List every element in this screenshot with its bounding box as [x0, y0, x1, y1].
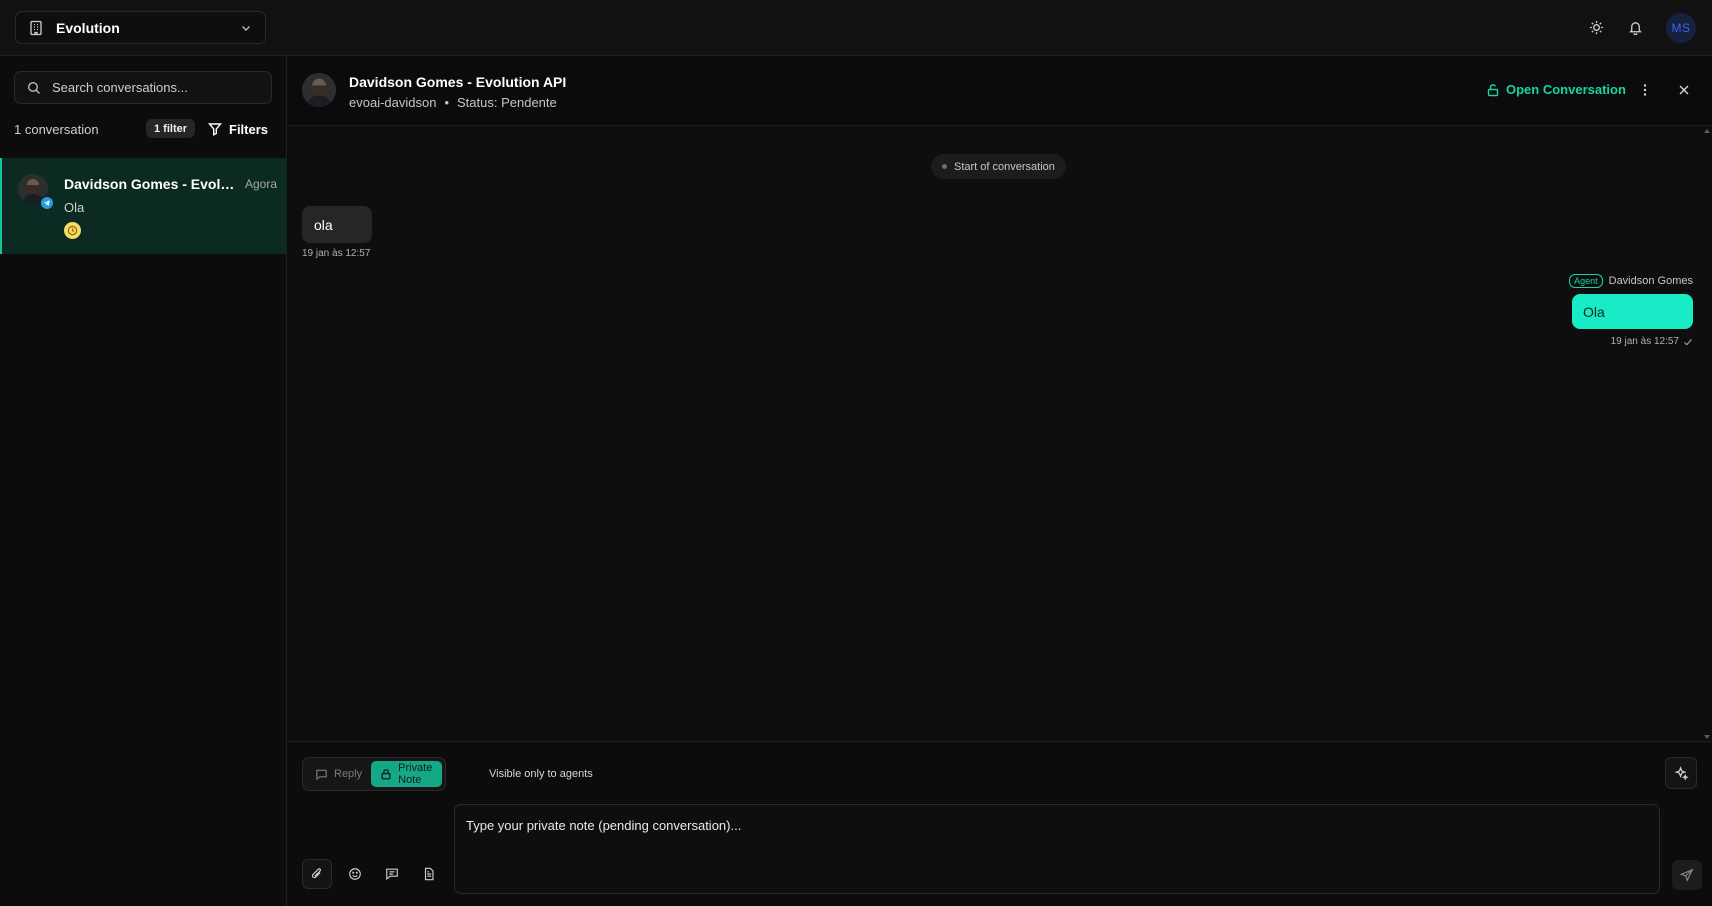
contact-avatar: [302, 73, 336, 107]
dot-icon: [942, 164, 947, 169]
incoming-message-bubble: ola: [302, 206, 372, 243]
chat-header: Davidson Gomes - Evolution API evoai-dav…: [288, 56, 1712, 126]
outgoing-message-time-row: 19 jan às 12:57: [1611, 336, 1693, 347]
private-note-input[interactable]: [454, 804, 1660, 894]
send-button[interactable]: [1672, 860, 1702, 890]
private-note-mode-button[interactable]: Private Note: [371, 761, 442, 787]
file-text-icon: [422, 867, 436, 881]
incoming-message-time: 19 jan às 12:57: [302, 248, 371, 259]
scroll-down-arrow[interactable]: [1704, 735, 1710, 739]
open-conversation-label: Open Conversation: [1506, 82, 1626, 97]
attach-file-button[interactable]: [302, 859, 332, 889]
telegram-icon: [39, 195, 55, 211]
clock-icon: [64, 222, 81, 239]
private-note-hint: Visible only to agents: [489, 768, 593, 780]
search-input[interactable]: [52, 80, 259, 95]
check-icon: [1683, 337, 1693, 347]
templates-button[interactable]: [414, 859, 444, 889]
sparkles-icon: [1674, 765, 1689, 781]
message-lines-icon: [385, 867, 399, 881]
search-icon: [27, 81, 41, 95]
filters-label: Filters: [229, 121, 269, 137]
lock-open-icon: [1486, 83, 1500, 97]
outgoing-message-time: 19 jan às 12:57: [1610, 336, 1679, 347]
conversation-meta: evoai-davidson • Status: Pendente: [349, 95, 557, 110]
conversation-time: Agora: [245, 177, 278, 191]
conversation-start-marker: Start of conversation: [931, 154, 1066, 179]
smile-icon: [348, 867, 362, 881]
organization-selector[interactable]: Evolution: [15, 11, 266, 44]
conversation-contact-name: Davidson Gomes - Evolution API: [64, 176, 236, 192]
more-options-button[interactable]: [1637, 82, 1653, 98]
ai-assist-button[interactable]: [1665, 757, 1697, 789]
message-composer: Reply Private Note Visible only to agent…: [288, 741, 1712, 906]
conversation-sidebar: 1 conversation 1 filter Filters Davidson…: [0, 56, 287, 906]
paperclip-icon: [310, 867, 324, 881]
user-avatar[interactable]: MS: [1666, 13, 1696, 43]
conversation-preview: Ola: [64, 200, 85, 215]
close-icon: [1676, 82, 1692, 98]
conversation-count: 1 conversation: [14, 122, 99, 137]
chat-panel: Davidson Gomes - Evolution API evoai-dav…: [288, 56, 1712, 906]
start-label: Start of conversation: [954, 160, 1055, 173]
open-conversation-button[interactable]: Open Conversation: [1486, 82, 1626, 97]
chevron-down-icon: [239, 21, 253, 35]
more-vertical-icon: [1637, 82, 1653, 98]
contact-name: Davidson Gomes - Evolution API: [349, 74, 567, 90]
notifications-button[interactable]: [1624, 16, 1646, 38]
funnel-icon: [208, 122, 222, 136]
lock-icon: [380, 768, 392, 780]
outgoing-message-bubble: Ola: [1572, 294, 1693, 329]
sun-icon: [1589, 20, 1604, 35]
inbox-name: evoai-davidson: [349, 95, 437, 110]
theme-toggle-button[interactable]: [1585, 16, 1607, 38]
conversation-list-item[interactable]: Davidson Gomes - Evolution API Agora Ola: [0, 158, 287, 254]
message-list[interactable]: Start of conversation ola 19 jan às 12:5…: [288, 127, 1712, 741]
sender-name: Davidson Gomes: [1608, 275, 1693, 287]
top-bar: Evolution MS: [0, 0, 1712, 56]
conversation-status: Status: Pendente: [457, 95, 557, 110]
private-note-label: Private Note: [398, 762, 433, 786]
active-filter-badge: 1 filter: [146, 119, 196, 138]
agent-badge: Agent: [1569, 274, 1603, 288]
search-box[interactable]: [14, 71, 272, 104]
canned-responses-button[interactable]: [377, 859, 407, 889]
message-square-icon: [315, 768, 328, 781]
bell-icon: [1628, 20, 1643, 35]
meta-separator: •: [444, 95, 450, 110]
send-icon: [1680, 868, 1694, 882]
reply-label: Reply: [334, 768, 363, 780]
composer-mode-toggle: Reply Private Note: [302, 757, 446, 791]
organization-name: Evolution: [56, 19, 120, 36]
outgoing-message-meta: Agent Davidson Gomes: [1569, 274, 1693, 288]
reply-mode-button[interactable]: Reply: [306, 761, 371, 787]
scroll-up-arrow[interactable]: [1704, 129, 1710, 133]
emoji-button[interactable]: [340, 859, 370, 889]
filters-button[interactable]: Filters: [208, 118, 268, 140]
building-icon: [28, 20, 44, 36]
close-conversation-button[interactable]: [1676, 82, 1692, 98]
